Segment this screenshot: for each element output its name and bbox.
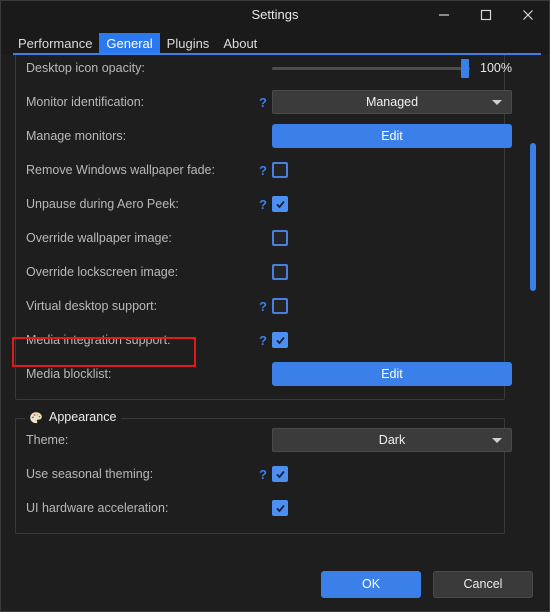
theme-combo[interactable]: Dark	[272, 428, 512, 452]
row-override-lockscreen-image[interactable]: Override lockscreen image: ?	[26, 255, 494, 289]
tab-bar: Performance General Plugins About	[1, 29, 549, 55]
help-icon-placeholder: ?	[254, 232, 272, 245]
row-manage-monitors[interactable]: Manage monitors: ? Edit	[26, 119, 512, 153]
row-label: Monitor identification:	[26, 95, 145, 109]
row-label: Virtual desktop support:	[26, 299, 158, 313]
cancel-button[interactable]: Cancel	[433, 570, 533, 598]
close-icon[interactable]	[507, 1, 549, 29]
help-icon-placeholder: ?	[254, 368, 272, 381]
minimize-icon[interactable]	[423, 1, 465, 29]
media-integration-support-checkbox[interactable]	[272, 332, 288, 348]
row-monitor-identification[interactable]: Monitor identification: ? Managed	[26, 85, 512, 119]
tab-about[interactable]: About	[216, 33, 264, 55]
row-ui-hardware-acceleration[interactable]: UI hardware acceleration: ?	[26, 491, 494, 525]
ui-hardware-acceleration-checkbox[interactable]	[272, 500, 288, 516]
general-settings-group: Adjust Windows colors: ? Disabled Deskto…	[15, 55, 512, 400]
tab-general[interactable]: General	[99, 33, 160, 55]
unpause-during-aero-peek-checkbox[interactable]	[272, 196, 288, 212]
help-icon[interactable]: ?	[254, 334, 272, 347]
vertical-scrollbar[interactable]	[527, 55, 539, 557]
settings-window: Settings Performance General Plugins Abo…	[0, 0, 550, 612]
appearance-settings-group: Appearance Theme: ? Dark Use seasonal th…	[15, 410, 512, 534]
help-icon[interactable]: ?	[254, 198, 272, 211]
monitor-identification-combo[interactable]: Managed	[272, 90, 512, 114]
help-icon[interactable]: ?	[254, 96, 272, 109]
dialog-footer: OK Cancel	[1, 557, 549, 611]
slider-value: 100%	[480, 61, 512, 75]
help-icon-placeholder: ?	[254, 502, 272, 515]
help-icon[interactable]: ?	[254, 300, 272, 313]
row-label: Override lockscreen image:	[26, 265, 179, 279]
virtual-desktop-support-checkbox[interactable]	[272, 298, 288, 314]
row-label: Remove Windows wallpaper fade:	[26, 163, 215, 177]
row-use-seasonal-theming[interactable]: Use seasonal theming: ?	[26, 457, 494, 491]
combo-value: Managed	[365, 95, 419, 109]
row-label: Override wallpaper image:	[26, 231, 172, 245]
media-blocklist-edit-button[interactable]: Edit	[272, 362, 512, 386]
desktop-icon-opacity-slider[interactable]: 100%	[272, 56, 512, 80]
help-icon[interactable]: ?	[254, 164, 272, 177]
combo-value: Dark	[378, 433, 406, 447]
row-label: Manage monitors:	[26, 129, 127, 143]
title-bar: Settings	[1, 1, 549, 29]
row-unpause-during-aero-peek[interactable]: Unpause during Aero Peek: ?	[26, 187, 494, 221]
window-controls	[423, 1, 549, 29]
row-label: Desktop icon opacity:	[26, 61, 145, 75]
settings-content: Adjust Windows colors: ? Disabled Deskto…	[1, 55, 519, 534]
help-icon-placeholder: ?	[254, 130, 272, 143]
row-label: Theme:	[26, 433, 69, 447]
row-virtual-desktop-support[interactable]: Virtual desktop support: ?	[26, 289, 494, 323]
slider-track	[272, 67, 470, 70]
help-icon-placeholder: ?	[254, 62, 272, 75]
remove-windows-wallpaper-fade-checkbox[interactable]	[272, 162, 288, 178]
chevron-down-icon	[492, 100, 502, 105]
ok-button[interactable]: OK	[321, 570, 421, 598]
row-label: Use seasonal theming:	[26, 467, 154, 481]
row-label: UI hardware acceleration:	[26, 501, 169, 515]
row-label: Media blocklist:	[26, 367, 112, 381]
row-media-integration-support[interactable]: Media integration support: ?	[26, 323, 494, 357]
row-label: Media integration support:	[26, 333, 171, 347]
use-seasonal-theming-checkbox[interactable]	[272, 466, 288, 482]
row-remove-windows-wallpaper-fade[interactable]: Remove Windows wallpaper fade: ?	[26, 153, 494, 187]
row-label: Unpause during Aero Peek:	[26, 197, 179, 211]
maximize-icon[interactable]	[465, 1, 507, 29]
settings-scroll-area[interactable]: Adjust Windows colors: ? Disabled Deskto…	[1, 55, 549, 557]
tab-plugins[interactable]: Plugins	[160, 33, 217, 55]
row-theme[interactable]: Theme: ? Dark	[26, 423, 512, 457]
row-media-blocklist[interactable]: Media blocklist: ? Edit	[26, 357, 512, 391]
chevron-down-icon	[492, 438, 502, 443]
scrollbar-thumb[interactable]	[530, 143, 536, 291]
help-icon-placeholder: ?	[254, 266, 272, 279]
manage-monitors-edit-button[interactable]: Edit	[272, 124, 512, 148]
override-lockscreen-image-checkbox[interactable]	[272, 264, 288, 280]
tab-performance[interactable]: Performance	[11, 33, 99, 55]
row-override-wallpaper-image[interactable]: Override wallpaper image: ?	[26, 221, 494, 255]
help-icon-placeholder: ?	[254, 434, 272, 447]
slider-handle[interactable]	[461, 59, 469, 78]
override-wallpaper-image-checkbox[interactable]	[272, 230, 288, 246]
help-icon[interactable]: ?	[254, 468, 272, 481]
row-desktop-icon-opacity[interactable]: Desktop icon opacity: ? 100%	[26, 55, 512, 85]
